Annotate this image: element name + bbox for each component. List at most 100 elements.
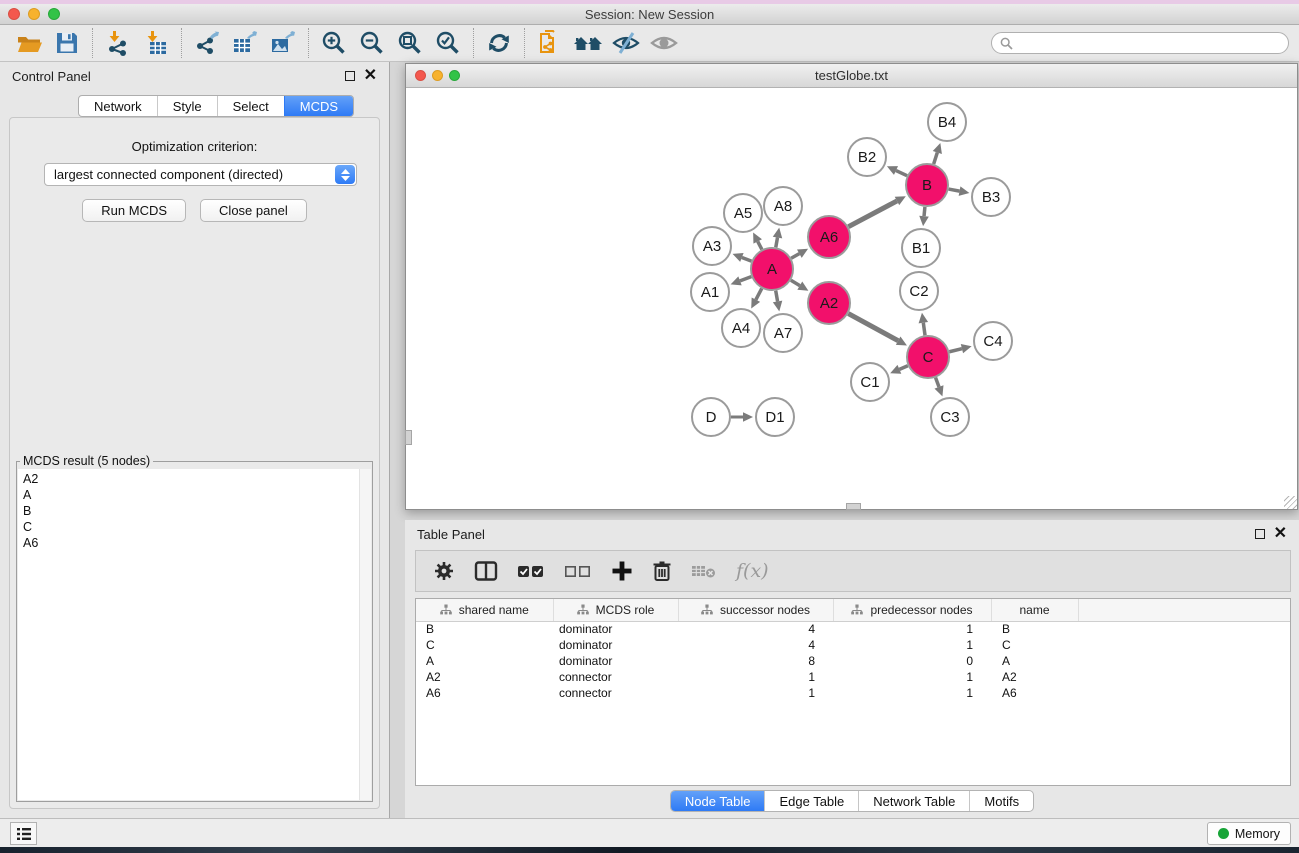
table-cell[interactable]: A bbox=[416, 653, 553, 669]
search-input[interactable] bbox=[1018, 35, 1280, 52]
table-cell[interactable]: dominator bbox=[553, 621, 678, 637]
zoom-selected-button[interactable] bbox=[429, 27, 467, 59]
tab-select[interactable]: Select bbox=[217, 96, 284, 116]
tab-style[interactable]: Style bbox=[157, 96, 217, 116]
export-image-button[interactable] bbox=[264, 27, 302, 59]
resize-grip-icon[interactable] bbox=[1284, 496, 1297, 509]
import-table-button[interactable] bbox=[137, 27, 175, 59]
delete-column-icon[interactable] bbox=[652, 560, 672, 582]
export-network-button[interactable] bbox=[188, 27, 226, 59]
close-panel-icon[interactable]: ✕ bbox=[364, 71, 377, 81]
export-table-button[interactable] bbox=[226, 27, 264, 59]
refresh-button[interactable] bbox=[480, 27, 518, 59]
table-settings-icon[interactable] bbox=[433, 560, 455, 582]
select-all-icon[interactable] bbox=[517, 561, 545, 581]
new-network-from-file-button[interactable] bbox=[531, 27, 569, 59]
graph-edge-A-A6[interactable] bbox=[791, 254, 799, 259]
show-eye-button[interactable] bbox=[645, 27, 683, 59]
network-window-titlebar[interactable]: testGlobe.txt bbox=[406, 64, 1297, 88]
float-panel-icon[interactable] bbox=[1255, 529, 1265, 539]
tab-motifs[interactable]: Motifs bbox=[969, 791, 1033, 811]
global-search-field[interactable] bbox=[991, 32, 1289, 54]
graph-edge-B-B3[interactable] bbox=[949, 189, 960, 191]
table-row[interactable]: Bdominator41B bbox=[416, 621, 1290, 637]
mcds-result-item[interactable]: B bbox=[23, 503, 366, 519]
mcds-result-item[interactable]: C bbox=[23, 519, 366, 535]
graph-edge-C-C3[interactable] bbox=[936, 378, 939, 387]
memory-button[interactable]: Memory bbox=[1207, 822, 1291, 845]
table-cell[interactable]: dominator bbox=[553, 637, 678, 653]
column-header-MCDS-role[interactable]: MCDS role bbox=[553, 599, 678, 621]
criterion-select[interactable]: largest connected component (directed) bbox=[44, 163, 357, 186]
float-panel-icon[interactable] bbox=[345, 71, 355, 81]
close-panel-button[interactable]: Close panel bbox=[200, 199, 307, 222]
column-header-successor-nodes[interactable]: successor nodes bbox=[678, 599, 833, 621]
tab-mcds[interactable]: MCDS bbox=[284, 96, 353, 116]
table-row[interactable]: Cdominator41C bbox=[416, 637, 1290, 653]
table-cell[interactable]: A2 bbox=[416, 669, 553, 685]
table-cell[interactable]: 1 bbox=[833, 621, 991, 637]
splitter-grip[interactable] bbox=[405, 430, 412, 445]
table-cell[interactable]: dominator bbox=[553, 653, 678, 669]
tab-edge-table[interactable]: Edge Table bbox=[764, 791, 858, 811]
home-button[interactable] bbox=[569, 27, 607, 59]
graph-edge-C-C1[interactable] bbox=[899, 366, 907, 370]
graph-edge-A-A8[interactable] bbox=[776, 238, 778, 248]
table-cell[interactable]: A6 bbox=[991, 685, 1078, 701]
tab-network-table[interactable]: Network Table bbox=[858, 791, 969, 811]
table-cell[interactable]: 8 bbox=[678, 653, 833, 669]
table-cell[interactable]: 0 bbox=[833, 653, 991, 669]
table-cell[interactable]: A6 bbox=[416, 685, 553, 701]
graph-edge-A2-C[interactable] bbox=[848, 314, 898, 341]
graph-edge-B-B4[interactable] bbox=[934, 152, 938, 164]
table-cell[interactable]: A2 bbox=[991, 669, 1078, 685]
table-cell[interactable]: B bbox=[991, 621, 1078, 637]
split-view-icon[interactable] bbox=[474, 560, 498, 582]
table-cell[interactable]: 1 bbox=[833, 669, 991, 685]
graph-edge-A-A4[interactable] bbox=[756, 288, 762, 299]
table-cell[interactable]: 1 bbox=[678, 685, 833, 701]
table-row[interactable]: Adominator80A bbox=[416, 653, 1290, 669]
graph-edge-C-C4[interactable] bbox=[949, 349, 962, 352]
table-row[interactable]: A2connector11A2 bbox=[416, 669, 1290, 685]
mcds-result-list[interactable]: A2ABCA6 bbox=[18, 469, 371, 800]
tab-network[interactable]: Network bbox=[79, 96, 157, 116]
tab-node-table[interactable]: Node Table bbox=[671, 791, 765, 811]
graph-edge-B-B2[interactable] bbox=[896, 171, 907, 176]
splitter-grip[interactable] bbox=[846, 503, 861, 510]
network-canvas[interactable]: AA1A2A3A4A5A6A7A8BB1B2B3B4CC1C2C3C4DD1 bbox=[406, 88, 1297, 509]
graph-edge-A6-B[interactable] bbox=[848, 201, 897, 227]
mcds-result-item[interactable]: A6 bbox=[23, 535, 366, 551]
graph-edge-B-B1[interactable] bbox=[924, 207, 925, 216]
open-file-button[interactable] bbox=[10, 27, 48, 59]
graph-edge-A-A7[interactable] bbox=[776, 291, 778, 302]
column-header-name[interactable]: name bbox=[991, 599, 1078, 621]
table-cell[interactable]: B bbox=[416, 621, 553, 637]
table-cell[interactable]: 1 bbox=[833, 637, 991, 653]
mcds-result-item[interactable]: A2 bbox=[23, 471, 366, 487]
graph-edge-A-A3[interactable] bbox=[742, 257, 752, 261]
graph-edge-A-A1[interactable] bbox=[740, 277, 751, 281]
table-cell[interactable]: C bbox=[416, 637, 553, 653]
table-cell[interactable]: C bbox=[991, 637, 1078, 653]
hide-eye-button[interactable] bbox=[607, 27, 645, 59]
zoom-in-button[interactable] bbox=[315, 27, 353, 59]
table-cell[interactable]: 1 bbox=[833, 685, 991, 701]
save-session-button[interactable] bbox=[48, 27, 86, 59]
table-cell[interactable]: A bbox=[991, 653, 1078, 669]
run-mcds-button[interactable]: Run MCDS bbox=[82, 199, 186, 222]
zoom-fit-button[interactable] bbox=[391, 27, 429, 59]
column-header-predecessor-nodes[interactable]: predecessor nodes bbox=[833, 599, 991, 621]
graph-edge-C-C2[interactable] bbox=[923, 323, 925, 335]
table-row[interactable]: A6connector11A6 bbox=[416, 685, 1290, 701]
add-column-icon[interactable] bbox=[611, 560, 633, 582]
task-history-button[interactable] bbox=[10, 822, 37, 845]
deselect-all-icon[interactable] bbox=[564, 561, 592, 581]
graph-edge-A-A2[interactable] bbox=[791, 280, 800, 285]
scrollbar-track[interactable] bbox=[359, 469, 371, 800]
table-cell[interactable]: 4 bbox=[678, 621, 833, 637]
column-header-shared-name[interactable]: shared name bbox=[416, 599, 553, 621]
import-network-button[interactable] bbox=[99, 27, 137, 59]
table-cell[interactable]: connector bbox=[553, 669, 678, 685]
zoom-out-button[interactable] bbox=[353, 27, 391, 59]
